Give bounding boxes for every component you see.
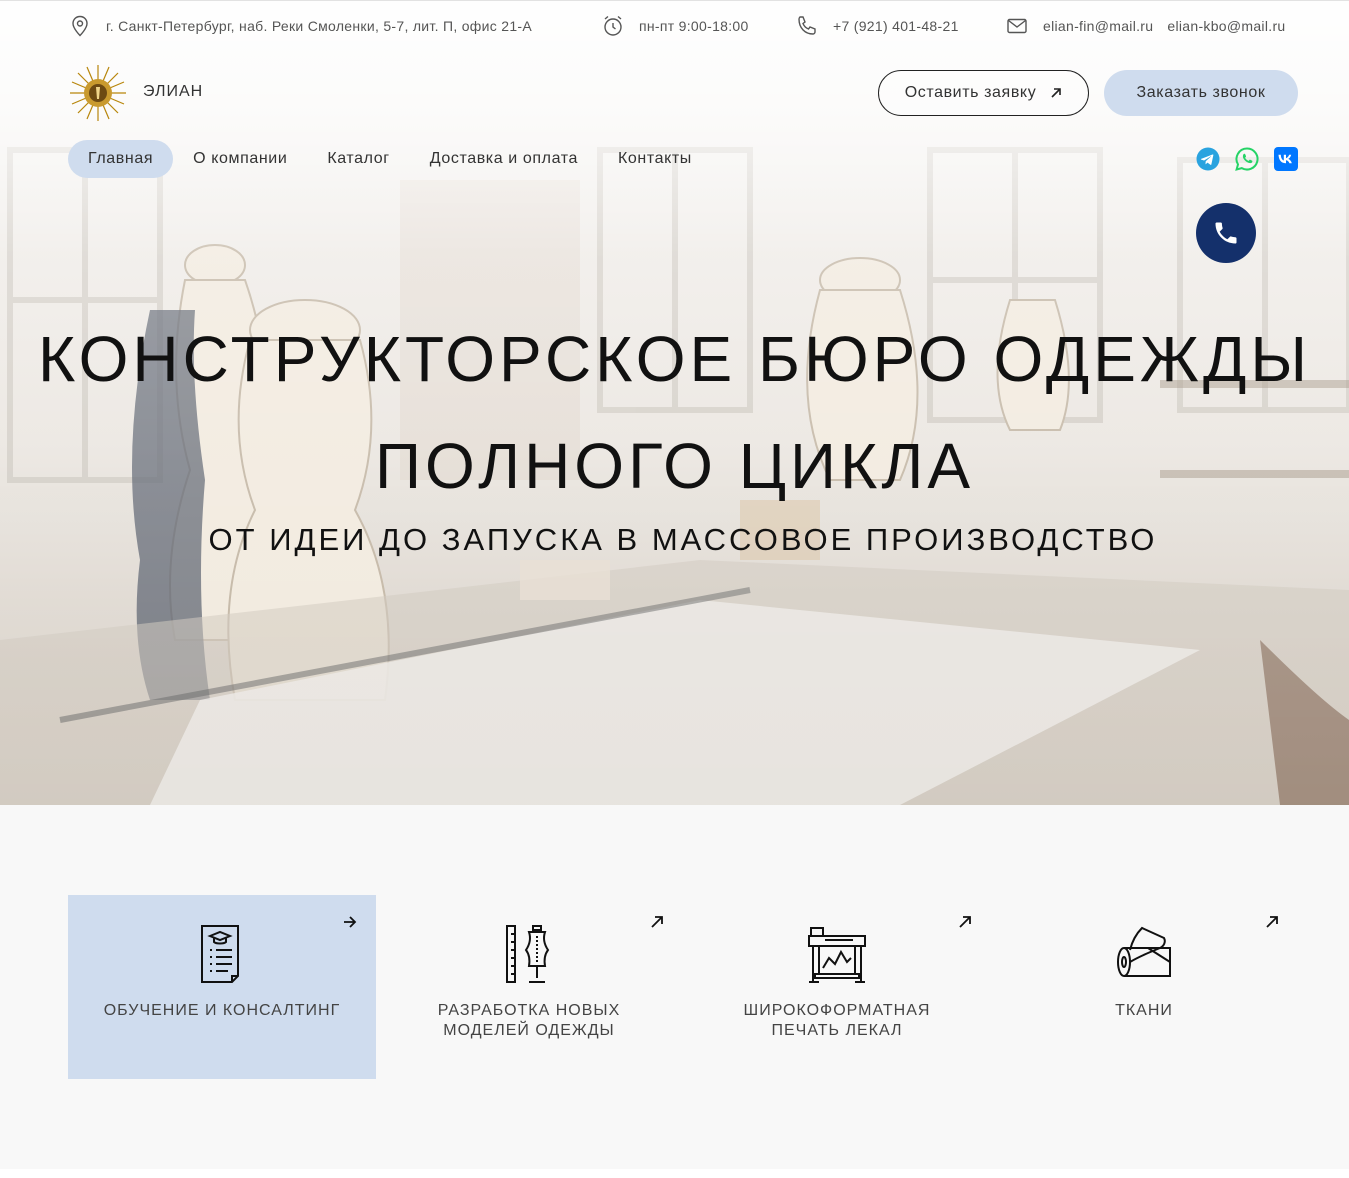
nav-item-delivery[interactable]: Доставка и оплата — [410, 140, 598, 178]
training-document-icon — [201, 925, 239, 983]
nav-item-contacts[interactable]: Контакты — [598, 140, 712, 178]
phone-text[interactable]: +7 (921) 401-48-21 — [833, 18, 959, 34]
phone-icon — [798, 16, 816, 35]
brand-name[interactable]: ЭЛИАН — [143, 83, 203, 101]
arrow-up-right-icon — [959, 916, 971, 928]
call-floating-button[interactable] — [1196, 203, 1256, 263]
arrow-up-right-icon — [651, 916, 663, 928]
service-card-fabrics[interactable]: Ткани — [990, 895, 1298, 1079]
page: г. Санкт-Петербург, наб. Реки Смоленки, … — [0, 0, 1349, 1178]
hero-title-line-1: КОНСТРУКТОРСКОЕ БЮРО ОДЕЖДЫ — [38, 323, 1311, 395]
contact-bar: г. Санкт-Петербург, наб. Реки Смоленки, … — [68, 12, 1298, 40]
email-link-2[interactable]: elian-kbo@mail.ru — [1167, 18, 1285, 34]
alarm-clock-icon — [604, 15, 622, 36]
plotter-printer-icon — [808, 927, 866, 983]
service-card-training[interactable]: Обучение и консалтинг — [68, 895, 376, 1079]
order-call-label: Заказать звонок — [1136, 84, 1266, 101]
service-label: Ткани — [1115, 1002, 1173, 1019]
telegram-icon[interactable] — [1196, 147, 1220, 171]
arrow-right-icon — [344, 916, 357, 928]
hours-text: пн-пт 9:00-18:00 — [639, 18, 749, 34]
address-item: г. Санкт-Петербург, наб. Реки Смоленки, … — [68, 12, 532, 40]
service-card-printing[interactable]: Широкоформатная печать лекал — [683, 895, 991, 1079]
leave-request-label: Оставить заявку — [904, 84, 1037, 101]
hero-subtitle: ОТ ИДЕИ ДО ЗАПУСКА В МАССОВОЕ ПРОИЗВОДСТ… — [208, 522, 1158, 557]
whatsapp-icon[interactable] — [1235, 147, 1259, 171]
nav-item-home[interactable]: Главная — [68, 140, 174, 178]
vk-icon[interactable] — [1274, 147, 1298, 171]
hero-title-line-2: ПОЛНОГО ЦИКЛА — [375, 430, 974, 502]
arrow-up-right-icon — [1051, 88, 1062, 98]
hours-item: пн-пт 9:00-18:00 — [601, 12, 749, 40]
tailor-mannequin-icon — [506, 925, 550, 983]
nav-item-catalog[interactable]: Каталог — [307, 140, 409, 178]
email-link-1[interactable]: elian-fin@mail.ru — [1043, 18, 1153, 34]
phone-item[interactable]: +7 (921) 401-48-21 — [795, 12, 959, 40]
logo-sun-icon[interactable] — [68, 63, 128, 123]
service-label: Разработка новых моделей одежды — [437, 1002, 621, 1039]
service-card-development[interactable]: Разработка новых моделей одежды — [375, 895, 683, 1079]
service-label: Широкоформатная печать лекал — [743, 1002, 931, 1039]
leave-request-button[interactable]: Оставить заявку — [878, 70, 1089, 116]
main-nav: Главная О компании Каталог Доставка и оп… — [68, 140, 712, 178]
location-pin-icon — [72, 15, 88, 37]
top-border — [0, 0, 1349, 4]
fabric-roll-icon — [1117, 926, 1171, 977]
order-call-button[interactable]: Заказать звонок — [1104, 70, 1298, 116]
phone-icon — [1215, 222, 1237, 244]
hero-title: КОНСТРУКТОРСКОЕ БЮРО ОДЕЖДЫ ПОЛНОГО ЦИКЛ… — [0, 306, 1349, 520]
nav-item-about[interactable]: О компании — [173, 140, 307, 178]
arrow-up-right-icon — [1266, 916, 1278, 928]
email-item: elian-fin@mail.ru elian-kbo@mail.ru — [1005, 12, 1286, 40]
address-text: г. Санкт-Петербург, наб. Реки Смоленки, … — [106, 18, 533, 34]
service-label: Обучение и консалтинг — [103, 1002, 341, 1019]
mail-icon — [1007, 18, 1027, 34]
page-bottom — [0, 1169, 1349, 1178]
